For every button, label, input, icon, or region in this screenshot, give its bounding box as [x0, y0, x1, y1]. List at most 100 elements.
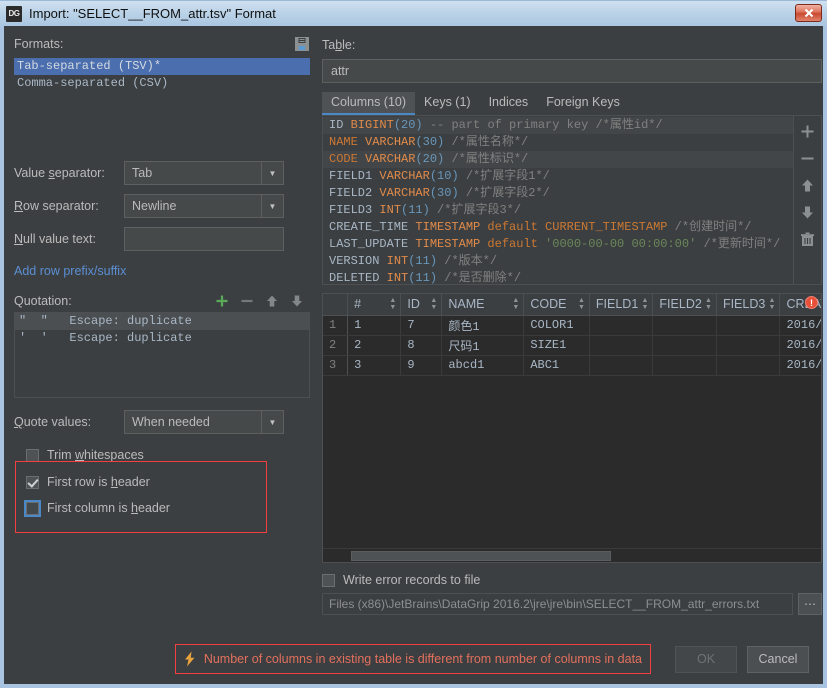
move-up-icon[interactable]: [800, 178, 815, 193]
write-error-records-row[interactable]: Write error records to file: [322, 573, 822, 587]
formats-label: Formats:: [14, 37, 63, 51]
format-item-csv[interactable]: Comma-separated (CSV): [14, 75, 310, 92]
cell-id[interactable]: 9: [401, 355, 442, 375]
cell-hash[interactable]: 3: [348, 355, 401, 375]
cell-create-time[interactable]: 2016/8/: [780, 355, 822, 375]
cell-hash[interactable]: 1: [348, 315, 401, 335]
cancel-button[interactable]: Cancel: [747, 646, 809, 673]
cell-field2[interactable]: [653, 335, 717, 355]
first-row-is-header-checkbox[interactable]: [26, 476, 39, 489]
ddl-line[interactable]: LAST_UPDATE TIMESTAMP default '0000-00-0…: [323, 236, 793, 253]
cell-field2[interactable]: [653, 355, 717, 375]
chevron-down-icon[interactable]: ▼: [261, 194, 283, 218]
row-separator-combo[interactable]: Newline ▼: [124, 194, 284, 218]
cell-name[interactable]: abcd1: [442, 355, 524, 375]
add-icon[interactable]: [800, 124, 815, 139]
sort-icon: ▲▼: [769, 297, 776, 311]
table-row[interactable]: 2 2 8 尺码1 SIZE1 2016/7/: [323, 335, 822, 355]
col-header-code[interactable]: CODE▲▼: [524, 294, 590, 315]
table-label: Table:: [322, 38, 355, 52]
col-header-field3[interactable]: FIELD3▲▼: [716, 294, 780, 315]
ddl-line[interactable]: FIELD1 VARCHAR(10) /*扩展字段1*/: [323, 168, 793, 185]
cell-field1[interactable]: [589, 315, 653, 335]
null-value-input[interactable]: [124, 227, 284, 251]
cell-create-time[interactable]: 2016/7/: [780, 335, 822, 355]
quote-values-combo[interactable]: When needed ▼: [124, 410, 284, 434]
col-header-name[interactable]: NAME▲▼: [442, 294, 524, 315]
cell-id[interactable]: 7: [401, 315, 442, 335]
formats-list[interactable]: Tab-separated (TSV)* Comma-separated (CS…: [14, 58, 310, 92]
tab-indices[interactable]: Indices: [480, 92, 538, 115]
ddl-line[interactable]: DELETED INT(11) /*是否删除*/: [323, 270, 793, 284]
error-badge-icon[interactable]: !: [805, 296, 818, 309]
col-header-field1[interactable]: FIELD1▲▼: [589, 294, 653, 315]
ok-button[interactable]: OK: [675, 646, 737, 673]
cell-code[interactable]: SIZE1: [524, 335, 590, 355]
delete-icon[interactable]: [800, 232, 815, 247]
first-row-is-header-row[interactable]: First row is header: [26, 475, 310, 489]
table-row[interactable]: 1 1 7 颜色1 COLOR1 2016/7/: [323, 315, 822, 335]
ddl-line[interactable]: CREATE_TIME TIMESTAMP default CURRENT_TI…: [323, 219, 793, 236]
cell-name[interactable]: 颜色1: [442, 315, 524, 335]
tab-keys[interactable]: Keys (1): [415, 92, 480, 115]
chevron-down-icon[interactable]: ▼: [261, 410, 283, 434]
browse-file-button[interactable]: ⋯: [798, 593, 822, 615]
write-error-records-checkbox[interactable]: [322, 574, 335, 587]
col-header-id[interactable]: ID▲▼: [401, 294, 442, 315]
data-preview-grid[interactable]: ! #▲▼ ID▲▼ NAME▲▼ CODE▲▼ FIELD1▲▼: [322, 293, 822, 563]
cell-field2[interactable]: [653, 315, 717, 335]
cell-field1[interactable]: [589, 355, 653, 375]
sort-icon: ▲▼: [430, 297, 437, 311]
col-header-field2[interactable]: FIELD2▲▼: [653, 294, 717, 315]
columns-toolbar: [793, 116, 821, 284]
table-row[interactable]: 3 3 9 abcd1 ABC1 2016/8/: [323, 355, 822, 375]
move-down-icon[interactable]: [290, 294, 304, 308]
cell-code[interactable]: COLOR1: [524, 315, 590, 335]
trim-whitespaces-checkbox[interactable]: [26, 449, 39, 462]
cell-field3[interactable]: [716, 315, 780, 335]
move-down-icon[interactable]: [800, 205, 815, 220]
quotation-row-double[interactable]: " " Escape: duplicate: [15, 313, 309, 330]
cell-create-time[interactable]: 2016/7/: [780, 315, 822, 335]
grid-horizontal-scrollbar[interactable]: [323, 548, 821, 562]
first-column-is-header-row[interactable]: First column is header: [26, 501, 310, 515]
quotation-list[interactable]: " " Escape: duplicate ' ' Escape: duplic…: [14, 312, 310, 398]
chevron-down-icon[interactable]: ▼: [261, 161, 283, 185]
value-separator-combo[interactable]: Tab ▼: [124, 161, 284, 185]
ddl-line[interactable]: CODE VARCHAR(20) /*属性标识*/: [323, 151, 793, 168]
trim-whitespaces-row[interactable]: Trim whitespaces: [26, 448, 310, 462]
tab-foreign-keys[interactable]: Foreign Keys: [537, 92, 629, 115]
ddl-line[interactable]: FIELD3 INT(11) /*扩展字段3*/: [323, 202, 793, 219]
ddl-line[interactable]: ID BIGINT(20) -- part of primary key /*属…: [323, 117, 793, 134]
ddl-line[interactable]: NAME VARCHAR(30) /*属性名称*/: [323, 134, 793, 151]
grid-scrollbar-thumb[interactable]: [351, 551, 611, 561]
error-file-path-input[interactable]: Files (x86)\JetBrains\DataGrip 2016.2\jr…: [322, 593, 793, 615]
cell-code[interactable]: ABC1: [524, 355, 590, 375]
table-panel: Table: attr Columns (10) Keys (1) Indice…: [322, 36, 822, 615]
first-column-is-header-checkbox[interactable]: [26, 502, 39, 515]
add-row-prefix-suffix-link[interactable]: Add row prefix/suffix: [14, 264, 126, 278]
cell-id[interactable]: 8: [401, 335, 442, 355]
ddl-line[interactable]: VERSION INT(11) /*版本*/: [323, 253, 793, 270]
cell-field3[interactable]: [716, 355, 780, 375]
col-header-hash[interactable]: #▲▼: [348, 294, 401, 315]
tab-columns[interactable]: Columns (10): [322, 92, 415, 115]
table-name-input[interactable]: attr: [322, 59, 822, 83]
cell-name[interactable]: 尺码1: [442, 335, 524, 355]
quotation-row-single[interactable]: ' ' Escape: duplicate: [15, 330, 309, 347]
cell-hash[interactable]: 2: [348, 335, 401, 355]
trim-whitespaces-label: Trim whitespaces: [47, 448, 144, 462]
move-up-icon[interactable]: [265, 294, 279, 308]
columns-ddl-editor[interactable]: ID BIGINT(20) -- part of primary key /*属…: [323, 116, 793, 284]
add-icon[interactable]: [215, 294, 229, 308]
ddl-line[interactable]: FIELD2 VARCHAR(30) /*扩展字段2*/: [323, 185, 793, 202]
close-window-button[interactable]: [795, 4, 822, 22]
format-item-tsv[interactable]: Tab-separated (TSV)*: [14, 58, 310, 75]
cell-field3[interactable]: [716, 335, 780, 355]
formats-header: Formats:: [14, 36, 310, 52]
remove-icon[interactable]: [240, 294, 254, 308]
remove-icon[interactable]: [800, 151, 815, 166]
cell-field1[interactable]: [589, 335, 653, 355]
save-icon[interactable]: [294, 36, 310, 52]
null-value-label: Null value text:: [14, 232, 124, 246]
